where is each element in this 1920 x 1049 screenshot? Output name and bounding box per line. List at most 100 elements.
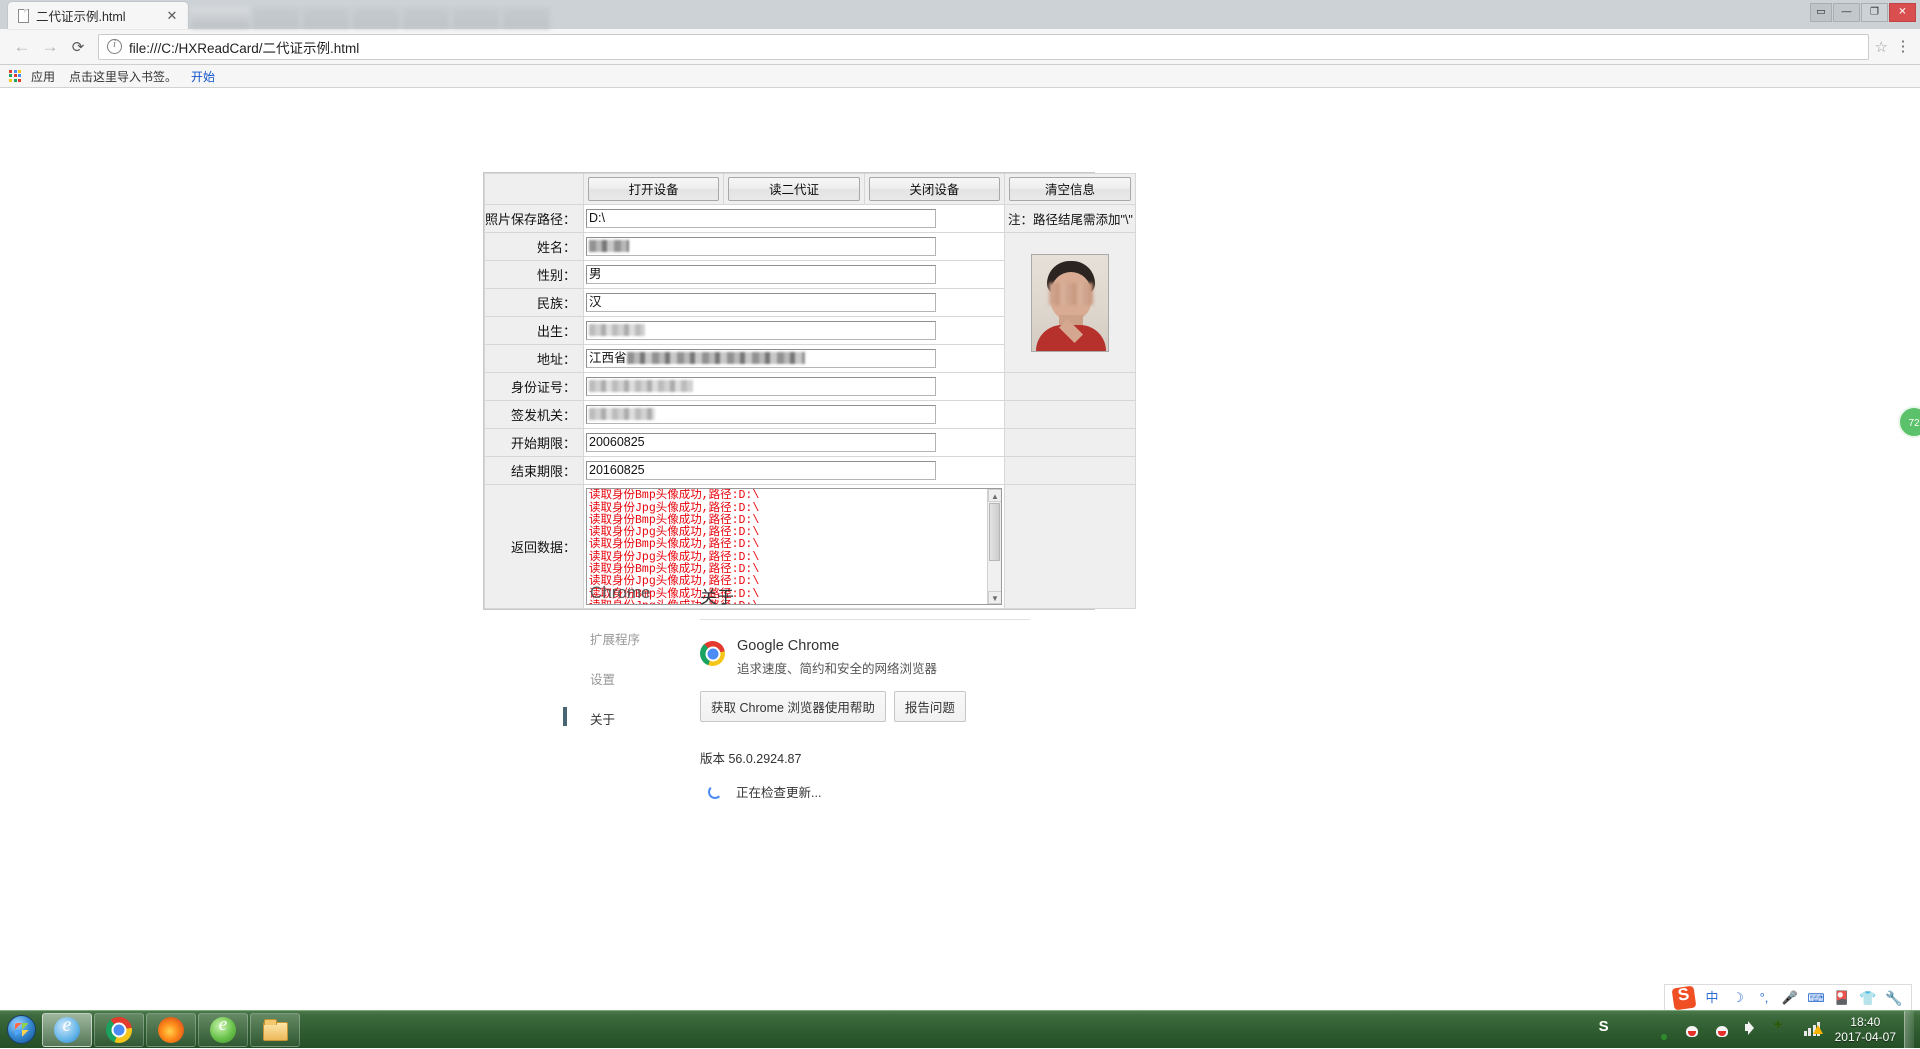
name-input[interactable] [586, 237, 936, 256]
about-buttons: 获取 Chrome 浏览器使用帮助 报告问题 [700, 691, 1030, 722]
settings-wrench-icon[interactable]: 🔧 [1884, 988, 1904, 1008]
redacted-value [589, 324, 645, 336]
update-status-text: 正在检查更新... [736, 782, 821, 801]
reload-button[interactable]: ⟳ [64, 33, 92, 61]
info-icon[interactable] [107, 39, 122, 54]
floating-score-widget[interactable]: 72 [1898, 406, 1920, 438]
clock-date: 2017-04-07 [1835, 1030, 1896, 1045]
issuer-cell [584, 401, 1005, 429]
label-photo-path: 照片保存路径： [485, 205, 584, 233]
field-row-path: 照片保存路径： D:\ 注：路径结尾需添加"\" [485, 205, 1136, 233]
network-signal-icon[interactable] [1804, 1020, 1824, 1040]
wifi-icon[interactable] [1654, 1020, 1674, 1040]
background-tab[interactable] [452, 7, 500, 29]
bookmark-start-link[interactable]: 开始 [191, 68, 215, 85]
bookmarks-bar: 应用 点击这里导入书签。 开始 [0, 65, 1920, 88]
loading-spinner-icon [708, 785, 722, 799]
show-desktop-button[interactable] [1904, 1011, 1914, 1049]
path-note: 注：路径结尾需添加"\" [1005, 205, 1136, 233]
punctuation-icon[interactable]: °, [1754, 988, 1774, 1008]
scroll-up-icon[interactable]: ▲ [988, 489, 1002, 502]
apps-grid-icon[interactable] [9, 70, 22, 83]
ime-language-mode[interactable]: 中 [1702, 988, 1722, 1008]
address-bar[interactable]: file:///C:/HXReadCard/二代证示例.html [98, 34, 1869, 60]
browser-tab[interactable]: 二代证示例.html ✕ [8, 2, 188, 29]
background-tab[interactable] [402, 7, 450, 29]
chrome-menu-icon[interactable]: ⋮ [1894, 41, 1912, 53]
report-issue-button[interactable]: 报告问题 [894, 691, 966, 722]
bookmark-star-icon[interactable]: ☆ [1875, 38, 1888, 56]
read-id-card-button[interactable]: 读二代证 [728, 177, 859, 201]
system-tray: 18:40 2017-04-07 [1594, 1011, 1920, 1049]
end-date-input[interactable]: 20160825 [586, 461, 936, 480]
restore-button[interactable]: ❐ [1861, 3, 1888, 22]
firefox-icon [158, 1017, 184, 1043]
update-status-row: 正在检查更新... [700, 782, 1030, 801]
sogou-logo-icon[interactable] [1672, 985, 1697, 1010]
label-birth: 出生： [485, 317, 584, 345]
forward-button[interactable]: → [36, 33, 64, 61]
spacer-cell [485, 174, 584, 205]
background-tab[interactable] [302, 7, 350, 29]
volume-icon[interactable] [1744, 1020, 1764, 1040]
sidebar-item-settings[interactable]: 设置 [590, 669, 700, 688]
scrollbar-thumb[interactable] [989, 503, 1000, 561]
security-shield-icon[interactable] [1774, 1020, 1794, 1040]
close-device-button[interactable]: 关闭设备 [869, 177, 1000, 201]
log-line: 读取身份Bmp头像成功,路径:D:\ [589, 490, 986, 502]
end-date-cell: 20160825 [584, 457, 1005, 485]
background-tab[interactable] [352, 7, 400, 29]
back-button[interactable]: ← [8, 33, 36, 61]
photo-cell [1005, 233, 1136, 373]
open-device-button[interactable]: 打开设备 [588, 177, 719, 201]
id-number-input[interactable] [586, 377, 936, 396]
issuer-input[interactable] [586, 405, 936, 424]
close-glyph: ✕ [1898, 7, 1906, 18]
qq-icon[interactable] [1684, 1020, 1704, 1040]
taskbar-item-file-explorer[interactable] [250, 1013, 300, 1047]
read-card-cell: 读二代证 [724, 174, 864, 205]
taskbar-item-internet-explorer[interactable] [42, 1013, 92, 1047]
sidebar-item-extensions[interactable]: 扩展程序 [590, 629, 700, 648]
toolbox-icon[interactable]: 🎴 [1832, 988, 1852, 1008]
background-tab[interactable] [502, 7, 550, 29]
sidebar-item-about[interactable]: 关于 [590, 709, 700, 728]
start-date-input[interactable]: 20060825 [586, 433, 936, 452]
moon-icon[interactable]: ☽ [1728, 988, 1748, 1008]
tab-strip: 二代证示例.html ✕ ▭ — ❐ ✕ [0, 0, 1920, 29]
pin-window-icon[interactable]: ▭ [1810, 3, 1832, 22]
birth-input[interactable] [586, 321, 936, 340]
background-tab[interactable] [252, 7, 300, 29]
taskbar-clock[interactable]: 18:40 2017-04-07 [1835, 1015, 1904, 1045]
qq-icon[interactable] [1714, 1020, 1734, 1040]
start-button[interactable] [2, 1013, 40, 1047]
taskbar-item-google-chrome[interactable] [94, 1013, 144, 1047]
close-icon[interactable]: ✕ [164, 8, 180, 24]
toolbar-row: 打开设备 读二代证 关闭设备 清空信息 [485, 174, 1136, 205]
minimize-glyph: — [1842, 7, 1852, 18]
microphone-icon[interactable]: 🎤 [1780, 988, 1800, 1008]
label-issuer: 签发机关： [485, 401, 584, 429]
photo-path-cell: D:\ [584, 205, 1005, 233]
photo-path-input[interactable]: D:\ [586, 209, 936, 228]
gender-input[interactable]: 男 [586, 265, 936, 284]
sogou-tray-icon[interactable] [1599, 1020, 1619, 1040]
minimize-button[interactable]: — [1833, 3, 1860, 22]
nation-cell: 汉 [584, 289, 1005, 317]
taskbar-item-360-browser[interactable] [198, 1013, 248, 1047]
address-input[interactable]: 江西省 [586, 349, 936, 368]
clear-info-button[interactable]: 清空信息 [1009, 177, 1131, 201]
background-tab[interactable] [190, 7, 250, 29]
gender-cell: 男 [584, 261, 1005, 289]
get-help-button[interactable]: 获取 Chrome 浏览器使用帮助 [700, 691, 886, 722]
taskbar-item-firefox[interactable] [146, 1013, 196, 1047]
keyboard-icon[interactable]: ⌨ [1806, 988, 1826, 1008]
skin-icon[interactable]: 👕 [1858, 988, 1878, 1008]
clear-info-cell: 清空信息 [1005, 174, 1136, 205]
bookmark-apps-label[interactable]: 应用 [31, 68, 55, 85]
bookmark-import-hint: 点击这里导入书签。 [69, 68, 177, 85]
chrome-about-panel: Chrome 扩展程序 设置 关于 关于 Google Chrome 追求速度、… [590, 575, 1030, 801]
nation-input[interactable]: 汉 [586, 293, 936, 312]
sidebar-title: Chrome [590, 583, 700, 603]
close-window-button[interactable]: ✕ [1889, 3, 1916, 22]
